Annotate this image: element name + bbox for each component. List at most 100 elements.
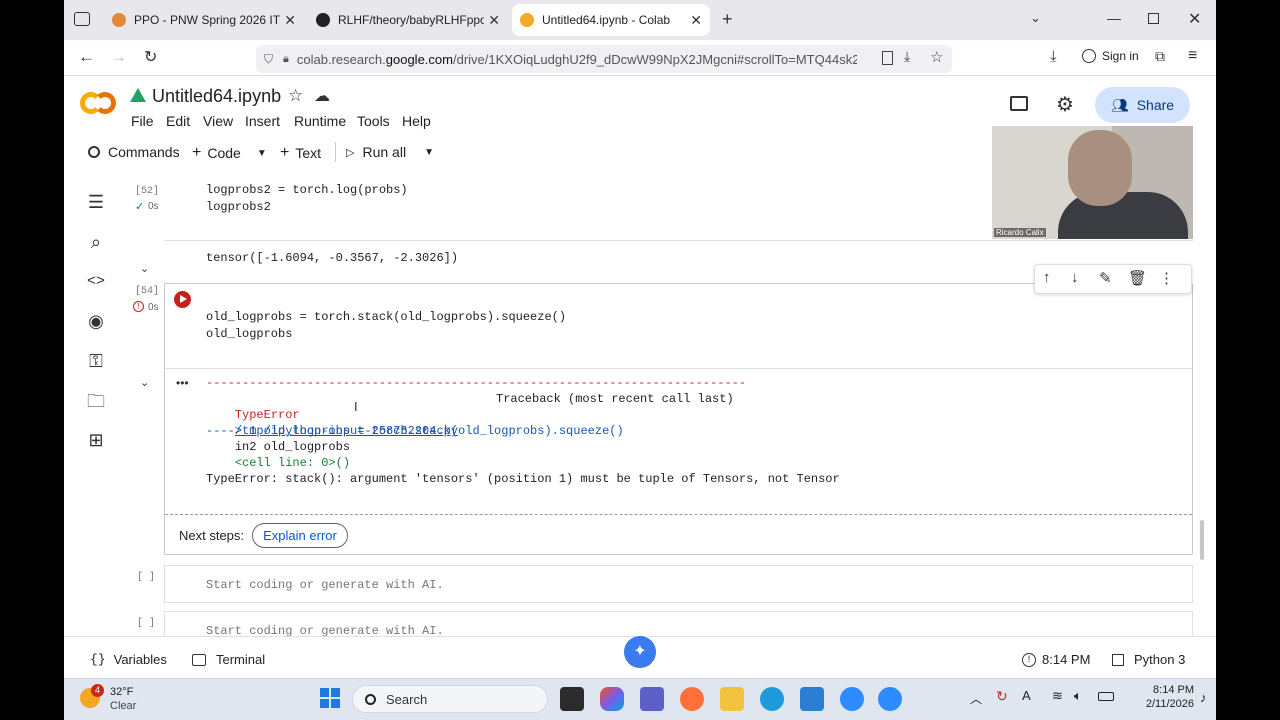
folder-app-icon[interactable]: [720, 687, 744, 711]
new-tab-icon[interactable]: +: [722, 9, 733, 30]
table-of-contents-icon[interactable]: ☰: [84, 190, 108, 214]
run-all-button[interactable]: ▷ Run all ▼: [346, 144, 434, 160]
cell-exec-count: [ ]: [137, 572, 156, 583]
close-tab-icon[interactable]: ✕: [284, 12, 296, 29]
files-folder-icon[interactable]: 🗀: [84, 389, 108, 413]
bookmark-star-icon[interactable]: ☆: [930, 48, 943, 66]
move-up-icon[interactable]: ↑: [1043, 269, 1051, 286]
extensions-icon[interactable]: ⧉: [1155, 48, 1165, 65]
browser-tab-github[interactable]: RLHF/theory/babyRLHFppo.py at ✕: [308, 4, 508, 36]
browser-menu-icon[interactable]: ≡: [1188, 47, 1197, 65]
tab-search-icon[interactable]: ⌄: [1030, 10, 1041, 26]
battery-icon[interactable]: [1098, 692, 1114, 701]
more-options-icon[interactable]: ⋮: [1159, 269, 1174, 287]
code-cell-52[interactable]: logprobs2 = torch.log(probs) logprobs2: [164, 182, 1004, 226]
secrets-key-icon[interactable]: ⚿: [84, 349, 108, 373]
tab-favicon: [112, 13, 126, 27]
tray-chevron-icon[interactable]: ︿: [970, 690, 982, 707]
close-tab-icon[interactable]: ✕: [690, 12, 702, 29]
address-bar[interactable]: ⛉ 🔒︎ colab.research.google.com/drive/1KX…: [256, 45, 952, 73]
notification-bell-icon[interactable]: ♪: [1200, 690, 1207, 705]
drive-icon: [130, 88, 146, 102]
close-window-icon[interactable]: ✕: [1188, 9, 1201, 29]
download-page-icon[interactable]: ⤓: [904, 48, 910, 65]
restore-icon[interactable]: [1148, 13, 1159, 24]
system-clock[interactable]: 8:14 PM 2/11/2026: [1124, 684, 1194, 710]
colab-favicon: [520, 13, 534, 27]
cell-time: 0s: [148, 201, 159, 212]
empty-code-cell[interactable]: Start coding or generate with AI.: [164, 565, 1193, 603]
tab-actions-icon[interactable]: [74, 12, 90, 26]
collapse-output-icon[interactable]: ⌄: [140, 262, 149, 275]
menu-insert[interactable]: Insert: [245, 113, 280, 129]
run-cell-button[interactable]: [174, 291, 191, 308]
add-text-button[interactable]: + Text: [280, 144, 321, 162]
zoom-app-icon[interactable]: [878, 687, 902, 711]
star-icon[interactable]: ☆: [288, 86, 303, 106]
browser-tab-strip: PPO - PNW Spring 2026 ITS 530 ✕ RLHF/the…: [64, 0, 1216, 40]
copilot-app-icon[interactable]: [600, 687, 624, 711]
menu-tools[interactable]: Tools: [357, 113, 390, 129]
webcam-name: Ricardo Calix: [994, 228, 1046, 237]
back-icon[interactable]: ←: [78, 47, 95, 67]
execution-time[interactable]: ! 8:14 PM: [1022, 652, 1090, 667]
reader-icon[interactable]: [882, 51, 893, 65]
runtime-button[interactable]: Python 3: [1112, 652, 1185, 667]
menu-view[interactable]: View: [203, 113, 233, 129]
scrollbar[interactable]: [1200, 520, 1204, 560]
reload-icon[interactable]: ↻: [144, 47, 157, 67]
plus-icon: +: [280, 144, 290, 161]
code-snippets-icon[interactable]: <>: [84, 270, 108, 294]
add-code-button[interactable]: + Code ▼: [192, 144, 267, 162]
traceback-line: ----> 1 old_logprobs = torch.stack(old_l…: [206, 424, 624, 438]
language-icon[interactable]: A: [1022, 688, 1031, 703]
commands-button[interactable]: Commands: [88, 144, 180, 160]
weather-widget[interactable]: 4 32°F Clear: [80, 684, 150, 716]
store-app-icon[interactable]: [800, 687, 824, 711]
find-icon[interactable]: ⌕: [84, 230, 108, 254]
notebook-filename[interactable]: Untitled64.ipynb: [152, 86, 281, 107]
sync-icon[interactable]: ↻: [996, 688, 1008, 705]
downloads-icon[interactable]: ⤓: [1050, 48, 1057, 65]
comments-icon[interactable]: [1010, 96, 1028, 111]
chevron-down-icon[interactable]: ▼: [257, 148, 267, 159]
move-down-icon[interactable]: ↓: [1071, 269, 1079, 286]
edit-pencil-icon[interactable]: ✎: [1099, 269, 1112, 287]
menu-help[interactable]: Help: [402, 113, 431, 129]
collapse-output-icon[interactable]: ⌄: [140, 376, 149, 389]
share-button[interactable]: 👥︎ Share: [1095, 87, 1190, 123]
volume-icon[interactable]: 🔈︎: [1074, 688, 1082, 704]
close-tab-icon[interactable]: ✕: [488, 12, 500, 29]
data-table-icon[interactable]: ⊞: [84, 428, 108, 452]
colab-logo[interactable]: [80, 92, 116, 116]
teams-app-icon[interactable]: [640, 687, 664, 711]
traceback-line: 2 old_logprobs: [206, 440, 351, 454]
sign-in-button[interactable]: Sign in: [1082, 49, 1139, 63]
minimize-icon[interactable]: —: [1107, 10, 1121, 26]
chevron-down-icon[interactable]: ▼: [424, 147, 434, 158]
gemini-button[interactable]: ✦: [624, 636, 656, 668]
start-button[interactable]: [320, 688, 340, 708]
variables-button[interactable]: {} Variables: [90, 652, 167, 667]
file-explorer-app-icon[interactable]: [560, 687, 584, 711]
menu-runtime[interactable]: Runtime: [294, 113, 346, 129]
account-icon: [1082, 49, 1096, 63]
explain-error-button[interactable]: Explain error: [252, 523, 348, 548]
browser-tab-colab[interactable]: Untitled64.ipynb - Colab ✕: [512, 4, 710, 36]
terminal-button[interactable]: Terminal: [192, 652, 265, 667]
settings-gear-icon[interactable]: ⚙: [1056, 92, 1074, 117]
output-actions-icon[interactable]: •••: [176, 376, 189, 390]
browser-tab-ppo[interactable]: PPO - PNW Spring 2026 ITS 530 ✕: [104, 4, 304, 36]
menu-edit[interactable]: Edit: [166, 113, 190, 129]
taskbar-search[interactable]: Search: [352, 685, 548, 713]
edge-app-icon[interactable]: [760, 687, 784, 711]
next-steps-label: Next steps:: [179, 528, 245, 543]
delete-trash-icon[interactable]: 🗑︎: [1128, 269, 1147, 287]
variables-inspector-icon[interactable]: ◉: [84, 309, 108, 333]
firefox-app-icon[interactable]: [680, 687, 704, 711]
zoom-app-icon[interactable]: [840, 687, 864, 711]
browser-nav-bar: ← → ↻ ⛉ 🔒︎ colab.research.google.com/dri…: [64, 40, 1216, 76]
menu-file[interactable]: File: [131, 113, 154, 129]
forward-icon[interactable]: →: [110, 47, 127, 67]
wifi-icon[interactable]: ≋: [1052, 688, 1063, 704]
